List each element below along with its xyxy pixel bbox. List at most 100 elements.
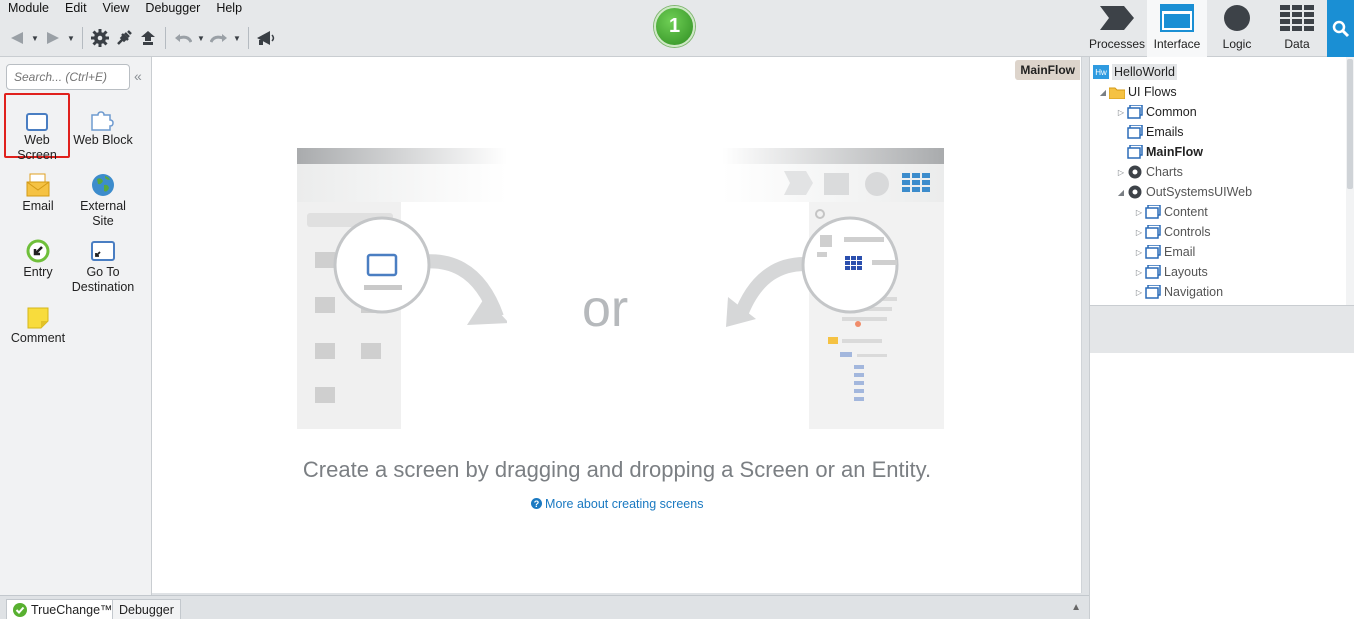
tree-item-label: Charts	[1146, 165, 1183, 179]
collapsed-arrow-icon[interactable]: ▷	[1134, 208, 1144, 217]
properties-header	[1089, 305, 1354, 353]
back-icon[interactable]	[6, 26, 28, 50]
dependency-icon	[1126, 165, 1144, 179]
tree-item-outsystemsuiweb[interactable]: ◢ OutSystemsUIWeb	[1116, 182, 1252, 202]
tool-web-block[interactable]: Web Block	[70, 105, 136, 148]
collapsed-arrow-icon[interactable]: ▷	[1116, 168, 1126, 177]
redo-dropdown-icon[interactable]: ▼	[232, 26, 242, 50]
flow-icon	[1144, 285, 1162, 299]
tab-logic[interactable]: Logic	[1207, 0, 1267, 57]
tool-label: Entry	[23, 265, 53, 279]
interface-icon	[1160, 3, 1194, 33]
tab-truechange[interactable]: TrueChange™	[6, 599, 120, 619]
tree-item-label: MainFlow	[1146, 145, 1203, 159]
tab-label: Data	[1284, 37, 1310, 51]
link-label: More about creating screens	[545, 497, 704, 511]
comment-icon	[5, 303, 71, 329]
tool-go-to-destination[interactable]: Go To Destination	[70, 237, 136, 295]
expanded-arrow-icon[interactable]: ◢	[1098, 88, 1108, 97]
tree-scrollbar[interactable]	[1346, 57, 1354, 305]
tree-item-label: HelloWorld	[1112, 64, 1177, 80]
tab-debugger[interactable]: Debugger	[112, 599, 181, 619]
tree-item-emails[interactable]: Emails	[1116, 122, 1184, 142]
tree-item-mainflow[interactable]: MainFlow	[1116, 142, 1203, 162]
more-about-screens-link[interactable]: ? More about creating screens	[152, 497, 1082, 511]
tree-item-ui-flows[interactable]: ◢ UI Flows	[1098, 82, 1177, 102]
menu-bar: Module Edit View Debugger Help	[0, 0, 250, 18]
scrollbar-thumb[interactable]	[1347, 59, 1353, 189]
check-icon	[13, 603, 27, 617]
flow-canvas[interactable]: MainFlow or Create a screen by dragging …	[152, 57, 1082, 593]
flow-icon	[1144, 265, 1162, 279]
tool-label: Email	[22, 199, 54, 213]
redo-icon[interactable]	[208, 26, 230, 50]
tree-item-label: Common	[1146, 105, 1197, 119]
tree-item-label: Layouts	[1164, 265, 1208, 279]
undo-icon[interactable]	[172, 26, 194, 50]
tool-label: Web Block	[73, 133, 133, 147]
publish-icon[interactable]	[137, 26, 159, 50]
menu-module[interactable]: Module	[0, 0, 57, 18]
collapsed-arrow-icon[interactable]: ▷	[1134, 288, 1144, 297]
toolbar-divider	[248, 27, 249, 49]
menu-help[interactable]: Help	[208, 0, 250, 18]
toolbar: ▼ ▼ ▼ ▼	[6, 25, 277, 51]
entry-icon	[5, 237, 71, 263]
tree-item-layouts[interactable]: ▷ Layouts	[1134, 262, 1208, 282]
flow-icon	[1126, 125, 1144, 139]
tree-item-label: OutSystemsUIWeb	[1146, 185, 1253, 199]
tab-label: Logic	[1222, 37, 1252, 51]
collapsed-arrow-icon[interactable]: ▷	[1134, 248, 1144, 257]
tree-item-controls[interactable]: ▷ Controls	[1134, 222, 1211, 242]
undo-dropdown-icon[interactable]: ▼	[196, 26, 206, 50]
collapsed-arrow-icon[interactable]: ▷	[1116, 108, 1126, 117]
tool-email[interactable]: Email	[5, 171, 71, 214]
properties-panel	[1089, 353, 1354, 619]
forward-dropdown-icon[interactable]: ▼	[66, 26, 76, 50]
expanded-arrow-icon[interactable]: ◢	[1116, 188, 1126, 197]
tool-comment[interactable]: Comment	[5, 303, 71, 346]
collapsed-arrow-icon[interactable]: ▷	[1134, 228, 1144, 237]
tab-processes[interactable]: Processes	[1087, 0, 1147, 57]
svg-text:Hw: Hw	[1095, 68, 1107, 77]
collapsed-arrow-icon[interactable]: ▷	[1134, 268, 1144, 277]
app-area-tabs: Processes Interface Logic Data	[1087, 0, 1354, 57]
menu-edit[interactable]: Edit	[57, 0, 95, 18]
tree-item-helloworld[interactable]: Hw HelloWorld	[1092, 62, 1177, 82]
interface-tree: Hw HelloWorld ◢ UI Flows ▷ Common Emails…	[1089, 57, 1354, 305]
expand-up-icon[interactable]: ▲	[1071, 602, 1081, 613]
menu-debugger[interactable]: Debugger	[137, 0, 208, 18]
top-bar: Module Edit View Debugger Help ▼ ▼ ▼ ▼ 1…	[0, 0, 1354, 57]
forward-icon[interactable]	[42, 26, 64, 50]
drag-screen-illustration	[297, 148, 507, 429]
tree-item-common[interactable]: ▷ Common	[1116, 102, 1197, 122]
tool-label: External Site	[80, 199, 126, 228]
module-icon: Hw	[1092, 65, 1110, 79]
tree-item-label: UI Flows	[1128, 85, 1177, 99]
plug-icon[interactable]	[113, 26, 135, 50]
toolbox-search-input[interactable]	[6, 64, 130, 90]
toolbar-divider	[82, 27, 83, 49]
collapse-panel-icon[interactable]: «	[134, 68, 142, 84]
announce-megaphone-icon[interactable]	[255, 26, 277, 50]
tree-item-label: Controls	[1164, 225, 1211, 239]
svg-text:?: ?	[533, 499, 539, 509]
tab-label: Processes	[1088, 37, 1146, 51]
tab-interface[interactable]: Interface	[1147, 0, 1207, 57]
folder-icon	[1108, 86, 1126, 99]
tab-data[interactable]: Data	[1267, 0, 1327, 57]
tree-item-navigation[interactable]: ▷ Navigation	[1134, 282, 1223, 302]
tool-entry[interactable]: Entry	[5, 237, 71, 280]
tree-item-email[interactable]: ▷ Email	[1134, 242, 1195, 262]
back-dropdown-icon[interactable]: ▼	[30, 26, 40, 50]
global-search-button[interactable]	[1327, 0, 1354, 57]
settings-gear-icon[interactable]	[89, 26, 111, 50]
tree-item-content[interactable]: ▷ Content	[1134, 202, 1208, 222]
toolbar-divider	[165, 27, 166, 49]
tool-label: Go To Destination	[71, 265, 135, 294]
tool-external-site[interactable]: External Site	[70, 171, 136, 229]
tool-web-screen[interactable]: Web Screen	[4, 93, 70, 162]
web-screen-icon	[6, 105, 68, 131]
tree-item-charts[interactable]: ▷ Charts	[1116, 162, 1183, 182]
menu-view[interactable]: View	[95, 0, 138, 18]
